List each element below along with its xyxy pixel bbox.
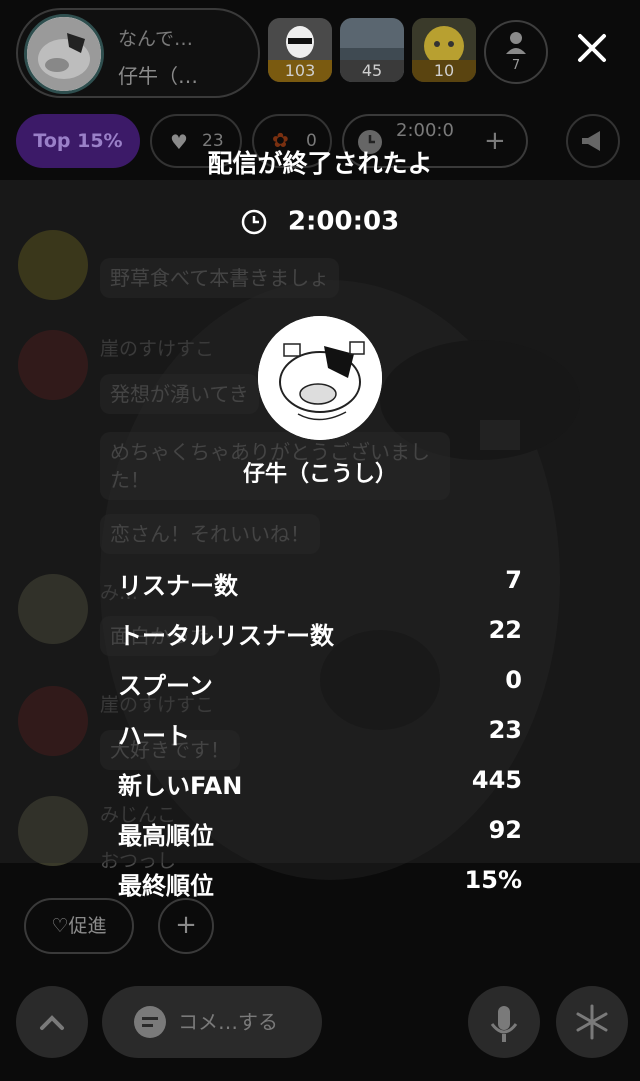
- stat-label: スプーン: [118, 672, 213, 700]
- person-icon: [506, 32, 526, 54]
- add-button[interactable]: +: [158, 898, 214, 954]
- stat-new-fans: 新しいFAN 445: [118, 766, 522, 816]
- dj-name: 仔牛（こうし）: [242, 462, 397, 487]
- comment-label: コメ…する: [178, 1010, 278, 1034]
- timer-value: 2:00:0: [396, 120, 454, 141]
- host-avatar[interactable]: [24, 14, 104, 94]
- stat-label: リスナー数: [118, 572, 238, 600]
- stat-total-listeners: トータルリスナー数 22: [118, 616, 522, 666]
- stat-label: 新しいFAN: [118, 772, 243, 800]
- stat-spoons: スプーン 0: [118, 666, 522, 716]
- microphone-icon: [490, 1006, 518, 1042]
- stat-listeners: リスナー数 7: [118, 566, 522, 616]
- stat-value: 445: [471, 766, 522, 794]
- stream-stats-list: リスナー数 7 トータルリスナー数 22 スプーン 0 ハート 23 新しいFA…: [118, 566, 522, 916]
- cow-avatar-icon: [27, 17, 101, 91]
- stream-ended-title: 配信が終了されたよ: [207, 149, 433, 178]
- host-profile-pill[interactable]: なんで… 仔牛（…: [16, 8, 260, 98]
- close-button[interactable]: [568, 24, 616, 72]
- stat-highest-rank: 最高順位 92: [118, 816, 522, 866]
- microphone-button[interactable]: [468, 986, 540, 1058]
- comment-button[interactable]: コメ…する: [102, 986, 322, 1058]
- stat-value: 0: [505, 666, 522, 694]
- stat-label: ハート: [118, 722, 190, 750]
- stat-label: トータルリスナー数: [118, 622, 334, 650]
- chat-bubble-icon: [134, 1006, 166, 1038]
- dj-avatar: [258, 316, 382, 440]
- listener-count: 7: [511, 58, 521, 73]
- chevron-up-icon: [40, 1015, 64, 1030]
- stat-label: 最高順位: [118, 822, 214, 850]
- listeners-button[interactable]: 7: [484, 20, 548, 84]
- stat-value: 22: [488, 616, 522, 644]
- top-bar: なんで… 仔牛（… 103 45 10 7: [0, 0, 640, 110]
- ranking-user-2[interactable]: 45: [340, 18, 404, 82]
- rank-count: 45: [340, 60, 404, 82]
- cow-avatar-icon: [258, 316, 382, 440]
- effects-button[interactable]: [556, 986, 628, 1058]
- clock-icon: [241, 209, 267, 234]
- close-icon: [578, 34, 606, 62]
- stat-label: 最終順位: [118, 872, 214, 900]
- rank-count: 103: [268, 60, 332, 82]
- stream-duration: 2:00:03: [0, 206, 640, 237]
- stat-value: 92: [488, 816, 522, 844]
- duration-value: 2:00:03: [287, 206, 400, 237]
- stat-value: 15%: [464, 866, 522, 894]
- host-stream-title: なんで…: [118, 28, 194, 50]
- stat-hearts: ハート 23: [118, 716, 522, 766]
- stat-value: 23: [488, 716, 522, 744]
- expand-button[interactable]: [16, 986, 88, 1058]
- snowflake-icon: [576, 1004, 608, 1040]
- promote-button[interactable]: ♡促進: [24, 898, 134, 954]
- stat-value: 7: [505, 566, 522, 594]
- rank-count: 10: [412, 60, 476, 82]
- ranking-user-1[interactable]: 103: [268, 18, 332, 82]
- host-name: 仔牛（…: [118, 64, 198, 88]
- ranking-user-3[interactable]: 10: [412, 18, 476, 82]
